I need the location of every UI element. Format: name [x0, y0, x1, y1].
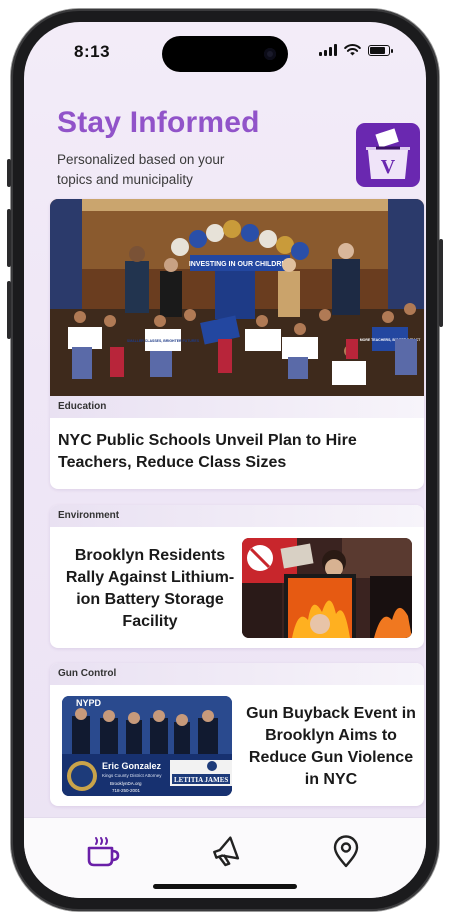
tab-location[interactable] — [322, 832, 370, 872]
volume-down-button — [7, 281, 11, 339]
article-headline: Gun Buyback Event in Brooklyn Aims to Re… — [246, 705, 416, 788]
power-button — [439, 239, 443, 327]
megaphone-icon — [213, 836, 240, 867]
article-thumbnail-buyback: NYPD Eric Gonzalez Kings County District… — [62, 696, 232, 796]
status-time: 8:13 — [74, 42, 111, 61]
photo-banner-text: Kings County District Attorney — [102, 773, 162, 778]
status-bar: 8:13 — [24, 22, 426, 82]
photo-banner-text: BrooklynDA.org — [110, 781, 142, 786]
photo-banner-text: NYPD — [76, 698, 102, 708]
home-indicator[interactable] — [153, 884, 297, 889]
coffee-cup-icon — [87, 837, 120, 867]
photo-banner-text: LETITIA JAMES — [174, 776, 228, 784]
status-icons — [319, 44, 393, 56]
article-photo-press-conference: INVESTING IN OUR CHILDREN SMALLER CLASSE… — [50, 199, 424, 396]
article-card-education[interactable]: INVESTING IN OUR CHILDREN SMALLER CLASSE… — [50, 199, 424, 489]
cellular-signal-icon — [319, 44, 337, 56]
wifi-icon — [344, 44, 361, 56]
photo-sign-text: SMALLER CLASSES, BRIGHTER FUTURES — [127, 339, 200, 343]
action-button — [7, 159, 11, 187]
category-tag-education: Education — [50, 396, 424, 418]
photo-banner-text: 718-250-2001 — [112, 788, 141, 793]
battery-icon — [368, 44, 393, 56]
tab-announcements[interactable] — [202, 832, 250, 872]
category-tag-environment: Environment — [50, 505, 424, 527]
article-headline: NYC Public Schools Unveil Plan to Hire T… — [58, 432, 357, 471]
page-header: Stay Informed Personalized based on your… — [24, 102, 426, 192]
page-subtitle: Personalized based on your topics and mu… — [57, 152, 225, 187]
volume-up-button — [7, 209, 11, 267]
photo-banner-text: Eric Gonzalez — [102, 761, 162, 771]
page-title: Stay Informed — [57, 106, 260, 139]
photo-sign-text: INVESTING IN OUR CHILDREN — [189, 261, 291, 268]
article-card-gun-control[interactable]: Gun Control NYPD Eric Gonzalez Kings Cou… — [50, 663, 424, 806]
phone-frame: 8:13 Stay Informed Personalized based on… — [7, 9, 443, 911]
dynamic-island — [162, 36, 288, 72]
article-headline: Brooklyn Residents Rally Against Lithium… — [65, 547, 235, 630]
camera-icon — [264, 48, 276, 60]
article-thumbnail-rally — [242, 538, 412, 638]
location-pin-icon — [333, 835, 359, 868]
screen: 8:13 Stay Informed Personalized based on… — [24, 22, 426, 898]
ballot-box-icon: V — [366, 128, 410, 179]
category-tag-gun-control: Gun Control — [50, 663, 424, 685]
logo-letter: V — [381, 156, 396, 178]
tab-news[interactable] — [79, 832, 127, 872]
article-card-environment[interactable]: Environment Brooklyn Residents Rally Aga… — [50, 505, 424, 648]
ballot-box-logo-button[interactable]: V — [356, 123, 420, 187]
